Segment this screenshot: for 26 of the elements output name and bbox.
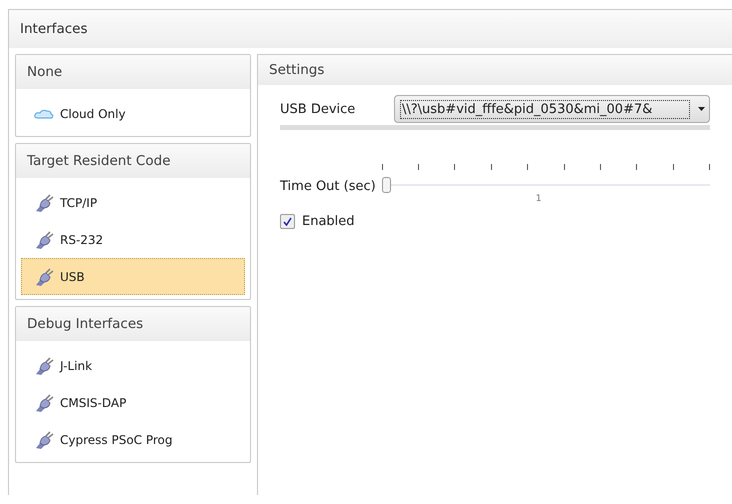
plug-icon [34,268,54,286]
interface-item[interactable]: USB [21,258,245,295]
plug-icon [34,430,54,448]
plug-icon [34,194,54,212]
interface-item[interactable]: J-Link [21,347,245,384]
cloud-icon [34,108,54,118]
group-header: None [16,55,250,89]
checkbox-label: Enabled [302,214,355,229]
checkbox[interactable] [280,214,295,229]
device-dropdown[interactable]: \\?\usb#vid_fffe&pid_0530&mi_00#7& [394,95,710,123]
caret-icon [698,107,705,111]
plug-icon [34,356,54,374]
interface-item[interactable]: CMSIS-DAP [21,384,245,421]
panel-header: Settings [258,55,732,85]
interface-item[interactable]: RS-232 [21,221,245,258]
field-label: Time Out (sec) [280,179,376,196]
field-label: USB Device [280,102,356,116]
interface-item[interactable]: Cypress PSoC Prog [21,421,245,458]
tick-label: 1 [536,194,542,204]
group-header: Debug Interfaces [16,307,250,341]
plug-icon [34,394,54,412]
window-title: Interfaces [9,10,732,48]
plug-icon [34,230,54,248]
group-header: Target Resident Code [16,144,250,178]
interface-item[interactable]: TCP/IP [21,184,245,221]
interface-item[interactable]: Cloud Only [21,95,245,132]
